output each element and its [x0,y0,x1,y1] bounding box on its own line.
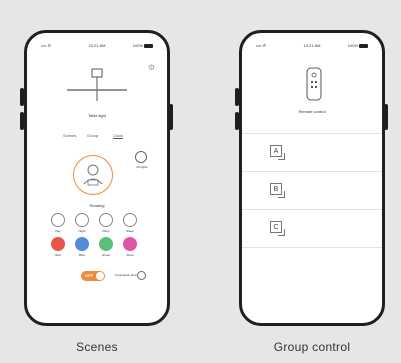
scene-circle-button[interactable] [73,155,113,195]
red-color-button[interactable] [51,237,65,251]
blue-color-label: Blue [78,253,85,257]
settings-gear-icon[interactable]: ⚙ [148,63,155,72]
table-lamp-icon [67,68,127,101]
toggle-label: OFF [85,273,93,278]
red-color-label: Red [55,253,61,257]
status-bar: •••• ✆ 10:21 AM 100% [27,43,167,51]
group-c-button[interactable]: C [270,221,285,236]
scene-label: Reading [89,203,105,208]
sleep-mode-label: Sleep [126,229,134,233]
battery-indicator: 100% [133,43,153,48]
battery-indicator: 100% [348,43,368,48]
sleep-mode-button[interactable] [123,213,137,227]
group-b-button[interactable]: B [270,183,285,198]
divider [242,209,382,210]
tab-group[interactable]: Group [87,133,98,138]
timer-label: Countdown time [115,273,137,277]
green-color-button[interactable] [99,237,113,251]
green-color-label: Green [101,253,111,257]
scenes-caption: Scenes [76,340,118,354]
all-lights-icon[interactable] [135,151,147,163]
group-a-button[interactable]: A [270,145,285,160]
night-mode-button[interactable] [75,213,89,227]
tab-clock[interactable]: Clock [113,133,123,138]
toggle-knob [96,272,104,280]
power-toggle[interactable]: OFF [81,271,105,281]
party-mode-button[interactable] [99,213,113,227]
tab-scenes[interactable]: Scenes [63,133,76,138]
device-name: Table light [87,113,106,118]
scenes-phone: •••• ✆ 10:21 AM 100% ⚙ Table light Scene… [24,30,170,326]
night-mode-label: Night [78,229,86,233]
group-control-caption: Group control [273,340,351,354]
party-mode-label: Party [102,229,110,233]
divider [242,247,382,248]
divider [242,171,382,172]
pink-color-label: Rose [126,253,134,257]
all-lights-label: All lights [136,165,148,169]
group-control-phone: •••• ✆ 10:21 AM 100% Remote control A B … [239,30,385,326]
blue-color-button[interactable] [75,237,89,251]
divider [242,133,382,134]
day-mode-label: Day [55,229,61,233]
pink-color-button[interactable] [123,237,137,251]
day-mode-button[interactable] [51,213,65,227]
status-bar: •••• ✆ 10:21 AM 100% [242,43,382,51]
remote-control-icon [306,67,322,101]
device-name: Remote control [298,109,326,114]
reading-person-icon [83,164,103,186]
timer-clock-icon[interactable] [137,271,146,280]
